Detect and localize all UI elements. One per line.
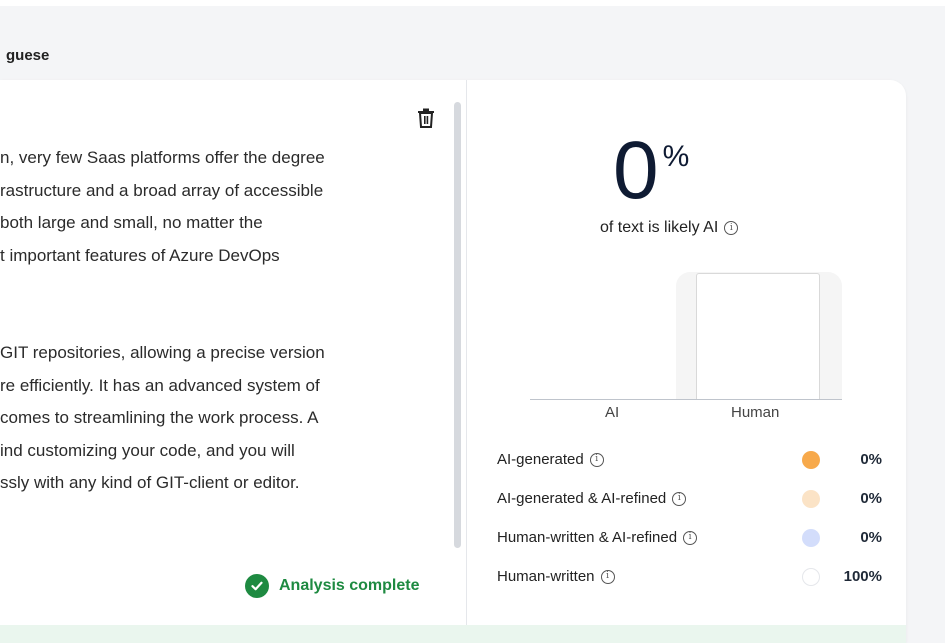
info-icon[interactable]: i [672,491,687,506]
top-strip [0,0,945,6]
legend-label: Human-written [497,568,595,585]
analysis-status: Analysis complete [245,574,420,598]
text-line: GIT repositories, allowing a precise ver… [0,343,325,362]
text-line: both large and small, no matter the [0,213,263,232]
info-icon[interactable]: i [683,530,698,545]
legend-dot [802,528,820,547]
text-line: n, very few Saas platforms offer the deg… [0,148,325,167]
paragraph-2: GIT repositories, allowing a precise ver… [0,337,410,500]
legend-row-ai-refined: AI-generated & AI-refined i 0% [497,479,882,518]
score-value: 0 [613,125,659,216]
legend-label: AI-generated & AI-refined [497,490,667,507]
legend: AI-generated i 0% AI-generated & AI-refin… [497,440,882,596]
info-icon[interactable]: i [589,452,604,467]
info-icon[interactable]: i [724,221,739,235]
bottom-band [0,625,906,643]
text-line: rastructure and a broad array of accessi… [0,180,324,200]
tick-label-human: Human [731,404,780,421]
check-circle-icon [245,574,269,598]
legend-dot [802,567,820,586]
text-line: ssly with any kind of GIT-client or edit… [0,473,300,492]
score-subtitle: of text is likely AI i [600,219,739,237]
editor-scrollbar[interactable] [454,102,461,548]
legend-row-ai-generated: AI-generated i 0% [497,440,882,479]
legend-percent: 100% [843,568,882,585]
panel-divider [466,80,467,625]
text-line: comes to streamlining the work process. … [0,408,319,427]
legend-percent: 0% [860,490,882,507]
input-text-area[interactable]: n, very few Saas platforms offer the deg… [0,142,410,500]
legend-dot [802,450,820,469]
legend-dot [802,489,820,508]
text-line: t important features of Azure DevOps [0,245,280,265]
paragraph-1: n, very few Saas platforms offer the deg… [0,142,410,272]
status-text: Analysis complete [279,577,420,594]
legend-row-human-written: Human-written i 100% [497,557,882,596]
info-icon[interactable]: i [600,569,615,584]
bar-human [696,273,820,399]
ai-score: 0 % [613,130,689,212]
legend-row-human-ai-refined: Human-written & AI-refined i 0% [497,518,882,557]
score-unit: % [662,140,690,173]
language-label: guese [6,47,50,64]
chart-axis [530,399,842,400]
text-line: ind customizing your code, and you will [0,440,295,460]
legend-percent: 0% [860,451,882,468]
text-line: re efficiently. It has an advanced syste… [0,375,320,395]
legend-label: AI-generated [497,451,584,468]
tick-label-ai: AI [605,404,620,421]
legend-percent: 0% [860,529,882,546]
trash-icon[interactable] [415,106,437,130]
legend-label: Human-written & AI-refined [497,529,678,546]
score-subtitle-text: of text is likely AI [600,219,719,236]
